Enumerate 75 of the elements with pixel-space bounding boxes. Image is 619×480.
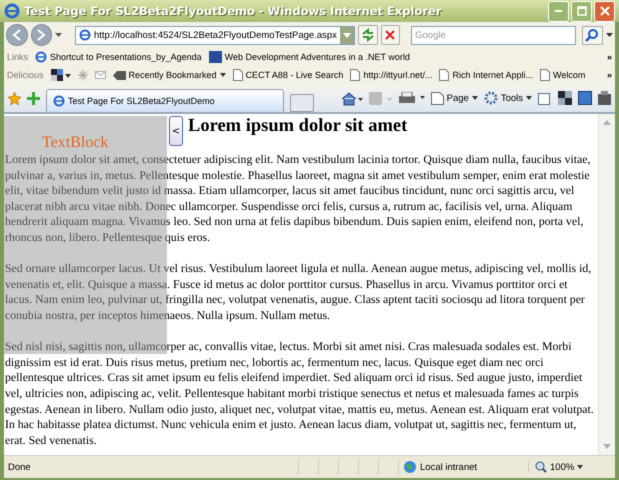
stop-button[interactable] bbox=[380, 25, 400, 45]
page-icon bbox=[430, 92, 444, 104]
page-icon bbox=[439, 69, 450, 81]
home-icon[interactable] bbox=[340, 90, 363, 106]
caret-icon[interactable] bbox=[606, 33, 614, 37]
paragraph: Sed ornare ullamcorper lacus. Ut vel risus. Vestibulum laoreet ligula et nulla. Aenean augue metus, adipiscing vel, mollis id, venenatis et, elit. Quisque a massa. Fusce id metus ac dolor porttitor cursus. Phasellus in arcu. Vivamus porttitor orci et lacus. Nam enim leo, pulvinar ut, fringilla nec, volutpat venenatis, augue. Class aptent taciti sociosqu ad litora torquent per conubia nostra, per inceptos himenaeos. Nulla ipsum. Nullam metus. bbox=[5, 261, 592, 324]
close-icon bbox=[600, 6, 610, 16]
maximize-icon bbox=[576, 6, 586, 16]
bookmark-link[interactable]: http://ittyurl.net/... bbox=[350, 69, 432, 81]
scrollbar[interactable] bbox=[598, 114, 615, 455]
search-field[interactable]: Google bbox=[411, 26, 576, 44]
delicious-label: Delicious bbox=[7, 70, 44, 80]
site-icon bbox=[208, 51, 222, 63]
more-button[interactable]: » bbox=[606, 70, 612, 80]
flyout-text: TextBlock bbox=[42, 135, 108, 151]
refresh-button[interactable] bbox=[358, 25, 378, 45]
paragraph: Lorem ipsum dolor sit amet, consectetuer adipiscing elit. Nam vestibulum lacinia tortor. Quisque diam nulla, faucibus vitae, pulvinar a, varius in, metus. Pellentesque molestie. Phasellus laoreet, magna sit amet vestibulum semper, enim erat molestie elit, vitae bibendum velit justo id massa. Etiam ullamcorper, lacus sit amet faucibus tincidunt, nunc orci sagittis arcu, vel placerat nibh arcu vitae nibh. Donec ullamcorper. Suspendisse orci felis, cursus a, rutrum ac, facilisis vel, urna. Aliquam hendrerit aliquam magna. Vivamus leo. Sed non urna at felis dapibus bibendum. Duis sapien enim, eleifend non, porta vel, rhoncus non, libero. Pellentesque quis eros. bbox=[5, 152, 592, 246]
gear-icon bbox=[484, 91, 498, 105]
page-icon bbox=[540, 69, 550, 81]
close-button[interactable] bbox=[594, 0, 615, 22]
browser-tab[interactable]: Test Page For SL2Beta2FlyoutDemo bbox=[46, 89, 284, 112]
bookmark-link[interactable]: CECT A88 - Live Search bbox=[232, 69, 344, 81]
ie-logo-icon bbox=[35, 51, 48, 63]
stop-icon bbox=[384, 29, 396, 41]
search-button[interactable] bbox=[582, 26, 604, 44]
security-zone: Local intranet bbox=[398, 460, 528, 474]
window-title: Test Page For SL2Beta2FlyoutDemo - Windows Internet Explorer bbox=[24, 4, 442, 18]
page-menu[interactable]: Page bbox=[430, 92, 478, 104]
favorite-link[interactable]: Web Development Adventures in a .NET world bbox=[208, 51, 410, 63]
search-icon bbox=[585, 28, 600, 42]
favorite-link[interactable]: Shortcut to Presentations_by_Agenda bbox=[35, 51, 202, 63]
windows-icon[interactable] bbox=[558, 91, 572, 105]
scroll-up-icon[interactable] bbox=[603, 120, 611, 125]
page-heading: Lorem ipsum dolor sit amet bbox=[188, 116, 408, 136]
printer-icon[interactable] bbox=[398, 92, 425, 104]
tools-menu[interactable]: Tools bbox=[484, 91, 532, 105]
scroll-down-icon[interactable] bbox=[603, 444, 611, 449]
minimize-icon bbox=[555, 10, 562, 12]
tag-dropdown-icon[interactable] bbox=[50, 69, 71, 81]
forward-button[interactable] bbox=[30, 24, 52, 46]
caret-icon bbox=[577, 465, 584, 469]
panel-icon[interactable] bbox=[578, 91, 592, 105]
tab-title: Test Page For SL2Beta2FlyoutDemo bbox=[68, 96, 215, 106]
more-button[interactable]: » bbox=[606, 52, 612, 62]
snowflake-icon[interactable] bbox=[78, 70, 88, 80]
bookmark-link[interactable]: Rich Internet Appli... bbox=[439, 69, 534, 81]
flyout-toggle-button[interactable]: < bbox=[169, 116, 183, 146]
caret-icon bbox=[472, 96, 478, 100]
refresh-icon bbox=[360, 28, 375, 42]
caret-icon bbox=[342, 32, 351, 38]
ie-logo-icon bbox=[53, 95, 65, 107]
paragraph: Sed nisl nisi, sagittis non, ullamcorper ac, convallis vitae, lectus. Morbi sit amet nisi. Cras malesuada sodales est. Morbi dignissim est id erat. Duis risus metus, pretium nec, lobortis ac, fermentum nec, lacus. Quisque eget diam nec orci pellentesque ultrices. Cras sit amet ipsum eu felis eleifend imperdiet. Sed aliquam orci id risus. Sed augue justo, imperdiet vel, ultricies non, adipiscing ac, velit. Pellentesque habitant morbi tristique senectus et netus et malesuada fames ac turpis egestas. Aenean in libero. Nullam odio justo, aliquet nec, volutpat vitae, mattis eu, metus. Aenean est. Aliquam erat volutpat. In hac habitasse platea dictumst. Nunc vehicula enim et justo. Aenean lacus diam, volutpat ut, sagittis nec, fermentum ut, erat. Sed venenatis. bbox=[5, 339, 595, 448]
new-tab-button[interactable] bbox=[290, 94, 314, 112]
back-button[interactable] bbox=[6, 24, 28, 46]
ie-logo-icon bbox=[78, 29, 91, 41]
page-icon bbox=[232, 69, 243, 81]
add-favorite-icon[interactable] bbox=[27, 92, 40, 104]
page-icon bbox=[350, 69, 360, 81]
caret-icon[interactable] bbox=[55, 33, 62, 37]
mail-icon[interactable] bbox=[94, 71, 106, 79]
globe-icon bbox=[403, 460, 417, 474]
tag-icon bbox=[112, 70, 126, 80]
zoom-control[interactable]: 100% bbox=[528, 461, 584, 473]
zoom-icon bbox=[535, 461, 547, 473]
caret-icon bbox=[526, 96, 532, 100]
minimize-button[interactable] bbox=[548, 0, 569, 22]
address-field[interactable]: http://localhost:4524/SL2Beta2FlyoutDemoTestPage.aspx bbox=[74, 26, 355, 44]
caret-icon bbox=[220, 73, 226, 77]
ie-logo-icon bbox=[4, 3, 20, 19]
dropdown-button[interactable] bbox=[340, 26, 354, 44]
status-text: Done bbox=[7, 462, 32, 472]
bookmark-link[interactable]: Welcom bbox=[540, 69, 586, 81]
favorites-star-icon[interactable] bbox=[8, 92, 21, 104]
bookmark-link[interactable]: Recently Bookmarked bbox=[112, 70, 226, 80]
links-label: Links bbox=[7, 52, 28, 62]
